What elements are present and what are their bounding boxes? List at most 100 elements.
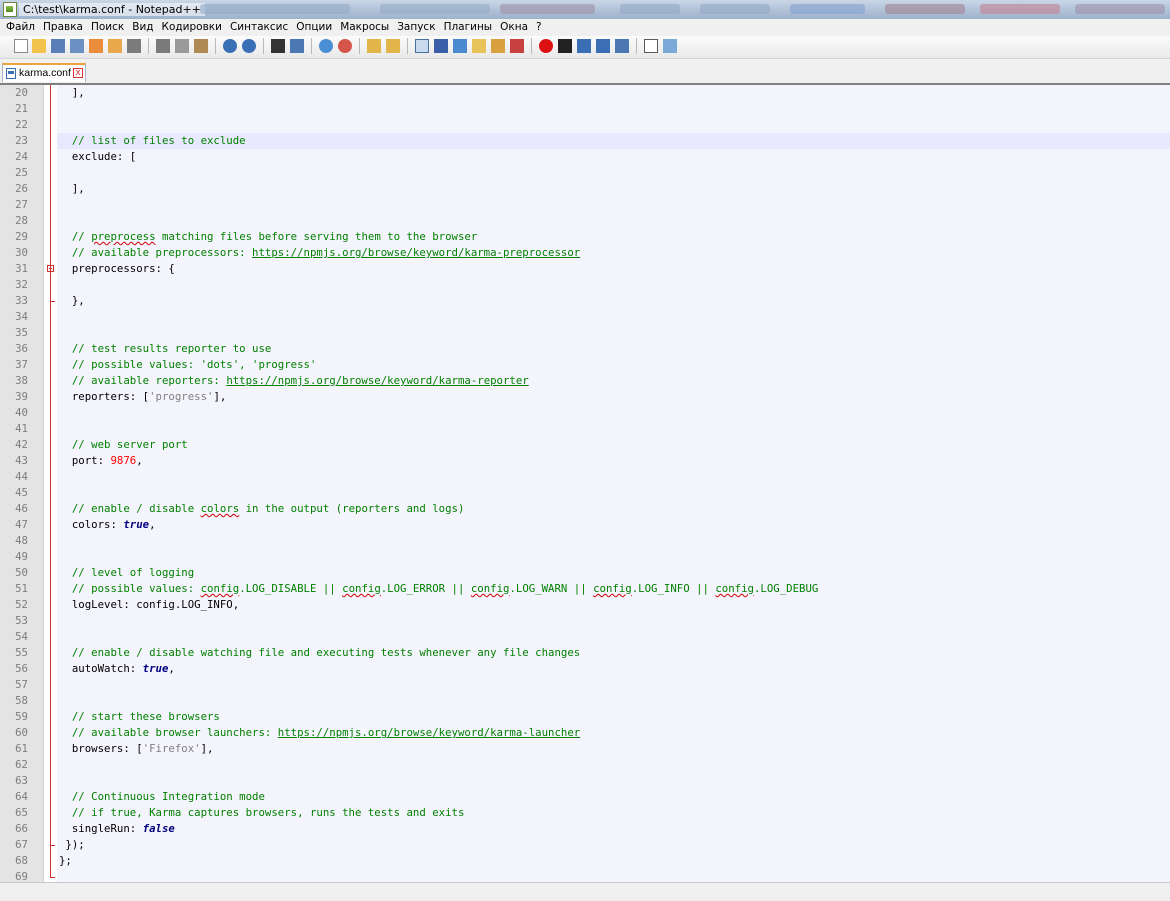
code-line[interactable]: 58 bbox=[0, 693, 1170, 709]
code-line[interactable]: 25 bbox=[0, 165, 1170, 181]
code-line[interactable]: 24 exclude: [ bbox=[0, 149, 1170, 165]
code-line[interactable]: 41 bbox=[0, 421, 1170, 437]
code-line[interactable]: 20 ], bbox=[0, 85, 1170, 101]
code-line[interactable]: 29 // preprocess matching files before s… bbox=[0, 229, 1170, 245]
tab-close-icon[interactable]: x bbox=[73, 68, 83, 78]
open-file-icon[interactable] bbox=[32, 39, 46, 53]
redo-icon[interactable] bbox=[242, 39, 256, 53]
code-line[interactable]: 52 logLevel: config.LOG_INFO, bbox=[0, 597, 1170, 613]
code-line[interactable]: 21 bbox=[0, 101, 1170, 117]
close-all-icon[interactable] bbox=[108, 39, 122, 53]
paste-icon[interactable] bbox=[194, 39, 208, 53]
doc-map-icon[interactable] bbox=[491, 39, 505, 53]
menu-run[interactable]: Запуск bbox=[393, 19, 439, 34]
code-line[interactable]: 64 // Continuous Integration mode bbox=[0, 789, 1170, 805]
print-icon[interactable] bbox=[127, 39, 141, 53]
code-line[interactable]: 57 bbox=[0, 677, 1170, 693]
code-line[interactable]: 68}; bbox=[0, 853, 1170, 869]
save-icon[interactable] bbox=[51, 39, 65, 53]
save-all-icon[interactable] bbox=[70, 39, 84, 53]
menu-settings[interactable]: Опции bbox=[292, 19, 336, 34]
spell-check-icon[interactable] bbox=[644, 39, 658, 53]
code-line[interactable]: 47 colors: true, bbox=[0, 517, 1170, 533]
line-number: 43 bbox=[15, 454, 28, 467]
code-line[interactable]: 69 bbox=[0, 869, 1170, 882]
code-line[interactable]: 37 // possible values: 'dots', 'progress… bbox=[0, 357, 1170, 373]
code-line[interactable]: 42 // web server port bbox=[0, 437, 1170, 453]
code-line[interactable]: 39 reporters: ['progress'], bbox=[0, 389, 1170, 405]
record-macro-icon[interactable] bbox=[539, 39, 553, 53]
menu-search[interactable]: Поиск bbox=[87, 19, 128, 34]
code-line[interactable]: 48 bbox=[0, 533, 1170, 549]
code-line[interactable]: 31 preprocessors: { bbox=[0, 261, 1170, 277]
show-all-characters-icon[interactable] bbox=[434, 39, 448, 53]
code-line[interactable]: 33 }, bbox=[0, 293, 1170, 309]
zoom-in-icon[interactable] bbox=[319, 39, 333, 53]
code-line[interactable]: 49 bbox=[0, 549, 1170, 565]
code-line[interactable]: 62 bbox=[0, 757, 1170, 773]
code-line[interactable]: 30 // available preprocessors: https://n… bbox=[0, 245, 1170, 261]
code-line[interactable]: 35 bbox=[0, 325, 1170, 341]
function-list-icon[interactable] bbox=[510, 39, 524, 53]
sync-horizontal-icon[interactable] bbox=[386, 39, 400, 53]
code-line[interactable]: 34 bbox=[0, 309, 1170, 325]
code-line[interactable]: 60 // available browser launchers: https… bbox=[0, 725, 1170, 741]
code-line[interactable]: 53 bbox=[0, 613, 1170, 629]
menu-encoding[interactable]: Кодировки bbox=[158, 19, 226, 34]
spell-settings-icon[interactable] bbox=[663, 39, 677, 53]
menu-macro[interactable]: Макросы bbox=[336, 19, 393, 34]
code-line[interactable]: 46 // enable / disable colors in the out… bbox=[0, 501, 1170, 517]
code-line[interactable]: 27 bbox=[0, 197, 1170, 213]
code-line[interactable]: 59 // start these browsers bbox=[0, 709, 1170, 725]
indent-guide-icon[interactable] bbox=[453, 39, 467, 53]
code-line[interactable]: 45 bbox=[0, 485, 1170, 501]
code-line[interactable]: 28 bbox=[0, 213, 1170, 229]
close-file-icon[interactable] bbox=[89, 39, 103, 53]
code-line[interactable]: 61 browsers: ['Firefox'], bbox=[0, 741, 1170, 757]
menu-help[interactable]: ? bbox=[532, 19, 546, 34]
code-line[interactable]: 66 singleRun: false bbox=[0, 821, 1170, 837]
code-editor[interactable]: 20 ], 21 22 23 // list of files to exclude 2… bbox=[0, 85, 1170, 882]
code-line[interactable]: 40 bbox=[0, 405, 1170, 421]
menu-language[interactable]: Синтаксис bbox=[226, 19, 292, 34]
code-line[interactable]: 67 }); bbox=[0, 837, 1170, 853]
menu-plugins[interactable]: Плагины bbox=[440, 19, 497, 34]
tab-karma-conf[interactable]: karma.conf x bbox=[2, 63, 86, 82]
code-line[interactable]: 63 bbox=[0, 773, 1170, 789]
code-line[interactable]: 43 port: 9876, bbox=[0, 453, 1170, 469]
menu-file[interactable]: Файл bbox=[0, 19, 39, 34]
code-line[interactable]: 22 bbox=[0, 117, 1170, 133]
background-window-tab bbox=[620, 4, 680, 14]
stop-macro-icon[interactable] bbox=[558, 39, 572, 53]
play-macro-icon[interactable] bbox=[577, 39, 591, 53]
zoom-out-icon[interactable] bbox=[338, 39, 352, 53]
menu-window[interactable]: Окна bbox=[496, 19, 532, 34]
code-line[interactable]: 36 // test results reporter to use bbox=[0, 341, 1170, 357]
toolbar-separator bbox=[359, 38, 360, 54]
udl-icon[interactable] bbox=[472, 39, 486, 53]
code-line[interactable]: 38 // available reporters: https://npmjs… bbox=[0, 373, 1170, 389]
code-line[interactable]: 50 // level of logging bbox=[0, 565, 1170, 581]
code-line[interactable]: 54 bbox=[0, 629, 1170, 645]
copy-icon[interactable] bbox=[175, 39, 189, 53]
menu-edit[interactable]: Правка bbox=[39, 19, 87, 34]
code-line[interactable]: 26 ], bbox=[0, 181, 1170, 197]
run-macro-multiple-icon[interactable] bbox=[596, 39, 610, 53]
code-line[interactable]: 65 // if true, Karma captures browsers, … bbox=[0, 805, 1170, 821]
code-line[interactable]: 55 // enable / disable watching file and… bbox=[0, 645, 1170, 661]
undo-icon[interactable] bbox=[223, 39, 237, 53]
find-icon[interactable] bbox=[271, 39, 285, 53]
menu-view[interactable]: Вид bbox=[128, 19, 157, 34]
code-line[interactable]: 51 // possible values: config.LOG_DISABL… bbox=[0, 581, 1170, 597]
save-macro-icon[interactable] bbox=[615, 39, 629, 53]
code-line[interactable]: 23 // list of files to exclude bbox=[0, 133, 1170, 149]
cut-icon[interactable] bbox=[156, 39, 170, 53]
code-line[interactable]: 32 bbox=[0, 277, 1170, 293]
title-bar[interactable]: C:\test\karma.conf - Notepad++ bbox=[0, 0, 1170, 19]
replace-icon[interactable] bbox=[290, 39, 304, 53]
new-file-icon[interactable] bbox=[14, 39, 28, 53]
sync-vertical-icon[interactable] bbox=[367, 39, 381, 53]
word-wrap-icon[interactable] bbox=[415, 39, 429, 53]
code-line[interactable]: 56 autoWatch: true, bbox=[0, 661, 1170, 677]
code-line[interactable]: 44 bbox=[0, 469, 1170, 485]
